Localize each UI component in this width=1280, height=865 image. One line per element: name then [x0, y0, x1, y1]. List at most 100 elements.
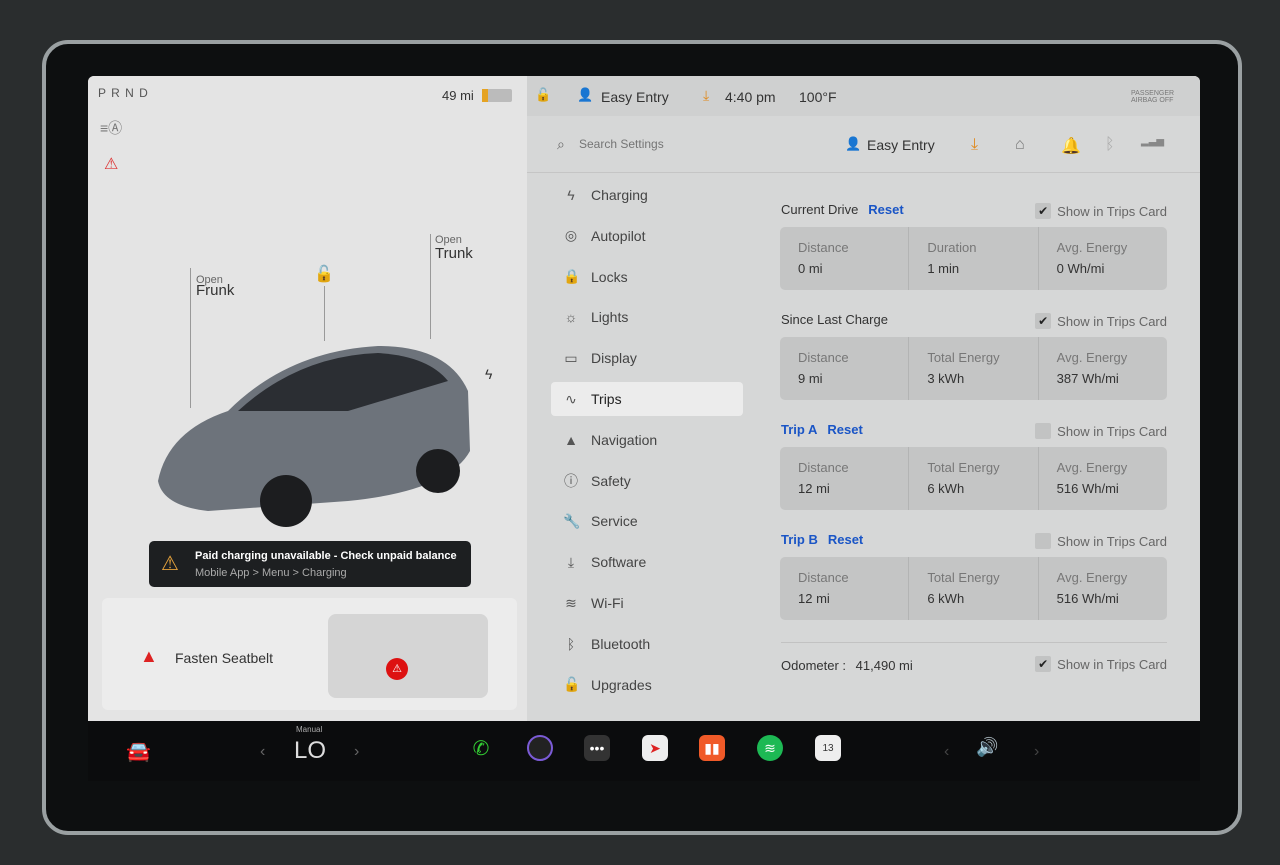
car-icon[interactable]: 🚘 — [126, 739, 151, 764]
phone-icon[interactable]: ✆ — [468, 735, 494, 761]
checkbox-icon — [1035, 533, 1052, 549]
menu-item-label: Navigation — [591, 431, 658, 448]
touchscreen: P R N D ≡Ⓐ ⚠ 49 mi Open Frunk Open Trunk… — [88, 76, 1200, 721]
stat-value: 0 mi — [798, 261, 823, 276]
temp-up-button[interactable]: › — [354, 743, 359, 761]
navigation-app-icon[interactable]: ➤ — [642, 735, 668, 761]
show-in-trips-card-checkbox[interactable]: ✔ Show in Trips Card — [1035, 313, 1167, 329]
sun-icon: ☼ — [564, 309, 578, 326]
divider — [781, 642, 1167, 643]
reset-button[interactable]: Reset — [828, 532, 863, 547]
search-input[interactable] — [579, 134, 799, 154]
menu-item-software[interactable]: ⤓ Software — [551, 545, 743, 579]
stat-cell: Distance 12 mi — [780, 447, 910, 510]
section-name: Trip A — [781, 422, 818, 437]
temp-down-button[interactable]: ‹ — [260, 743, 265, 761]
profile-icon: 👤 — [577, 87, 594, 102]
display-icon: ▭ — [564, 349, 578, 366]
charge-port-icon[interactable]: ϟ — [485, 366, 492, 382]
stat-cell: Distance 12 mi — [780, 557, 910, 620]
stat-label: Total Energy — [927, 460, 1000, 475]
stat-value: 0 Wh/mi — [1056, 261, 1105, 276]
stat-label: Distance — [798, 570, 849, 585]
show-in-trips-card-checkbox[interactable]: Show in Trips Card — [1035, 423, 1167, 439]
section-name: Trip B — [781, 532, 818, 547]
stat-value: 1 min — [927, 261, 960, 276]
status-bar: 🔓 👤 Easy Entry ⤓ 4:40 pm 100°F PASSENGER… — [527, 76, 1200, 116]
alert-title: Paid charging unavailable - Check unpaid… — [195, 550, 457, 562]
unlock-icon[interactable]: 🔓 — [314, 264, 334, 284]
show-in-trips-card-checkbox[interactable]: Show in Trips Card — [1035, 533, 1167, 549]
stat-label: Distance — [798, 350, 849, 365]
range: 49 mi — [442, 88, 474, 103]
menu-item-service[interactable]: 🔧 Service — [551, 504, 743, 538]
search-icon: ⌕ — [557, 136, 565, 152]
reset-button[interactable]: Reset — [868, 202, 903, 217]
spotify-icon[interactable]: ≋ — [757, 735, 783, 761]
cabin-temp[interactable]: LO — [294, 737, 326, 765]
download-icon[interactable]: ⤓ — [971, 136, 978, 154]
audio-app-icon[interactable]: ▮▮ — [699, 735, 725, 761]
menu-item-navigation[interactable]: ▲ Navigation — [551, 423, 743, 457]
show-in-trips-card-checkbox[interactable]: ✔ Show in Trips Card — [1035, 203, 1167, 219]
menu-item-label: Service — [591, 513, 638, 530]
volume-icon[interactable]: 🔊 — [976, 737, 998, 758]
update-icon[interactable]: ⤓ — [703, 87, 709, 104]
lock-status-icon[interactable]: 🔓 — [535, 87, 551, 103]
more-apps-icon[interactable]: ••• — [584, 735, 610, 761]
stat-value: 12 mi — [798, 591, 830, 606]
checkbox-label: Show in Trips Card — [1057, 313, 1167, 329]
volume-down-button[interactable]: ‹ — [944, 743, 949, 761]
car-image — [158, 346, 470, 527]
menu-item-label: Trips — [591, 391, 622, 407]
menu-item-wi-fi[interactable]: ≋ Wi-Fi — [551, 586, 743, 620]
stat-label: Total Energy — [927, 350, 1000, 365]
stat-label: Duration — [927, 240, 977, 255]
open-trunk-button[interactable]: Trunk — [435, 245, 473, 262]
odometer-value: 41,490 mi — [855, 658, 913, 673]
menu-item-safety[interactable]: ⓘ Safety — [551, 464, 743, 498]
menu-item-upgrades[interactable]: 🔓 Upgrades — [551, 668, 743, 702]
menu-item-label: Charging — [591, 187, 648, 203]
frunk-label: Frunk — [196, 282, 235, 299]
reset-button[interactable]: Reset — [827, 422, 862, 437]
battery-icon — [482, 89, 512, 102]
section-title: Since Last Charge — [781, 312, 888, 327]
calendar-icon[interactable]: 13 — [815, 735, 841, 761]
charging-alert[interactable]: ⚠ Paid charging unavailable - Check unpa… — [149, 541, 471, 587]
menu-item-lights[interactable]: ☼ Lights — [551, 300, 743, 334]
camera-icon[interactable] — [527, 735, 553, 761]
volume-up-button[interactable]: › — [1034, 743, 1039, 761]
bell-icon[interactable]: 🔔 — [1061, 136, 1081, 156]
clock: 4:40 pm — [725, 89, 776, 105]
stat-value: 6 kWh — [927, 591, 965, 606]
open-frunk-button[interactable]: Frunk — [196, 282, 234, 299]
menu-item-display[interactable]: ▭ Display — [551, 341, 743, 375]
home-icon[interactable]: ⌂ — [1015, 136, 1025, 154]
stat-label: Avg. Energy — [1056, 570, 1128, 585]
menu-item-trips[interactable]: ∿ Trips — [551, 382, 743, 416]
status-profile[interactable]: Easy Entry — [601, 89, 669, 105]
climate-mode: Manual — [296, 725, 323, 734]
menu-item-autopilot[interactable]: ◎ Autopilot — [551, 219, 743, 253]
profile-button[interactable]: Easy Entry — [867, 137, 935, 153]
section-name: Current Drive — [781, 202, 859, 217]
car-panel: P R N D ≡Ⓐ ⚠ 49 mi Open Frunk Open Trunk… — [88, 76, 527, 721]
airbag-status: PASSENGER AIRBAG OFF — [1131, 90, 1175, 104]
bolt-icon: ϟ — [567, 187, 575, 203]
trip-stats-card: Distance 9 mi Total Energy 3 kWh Avg. Energy… — [780, 337, 1167, 400]
trunk-line — [430, 234, 431, 339]
checkbox-label: Show in Trips Card — [1057, 533, 1167, 549]
unbuckled-seat-icon: ⚠ — [386, 658, 408, 680]
bluetooth-icon[interactable]: ᛒ — [1105, 136, 1115, 154]
stat-label: Total Energy — [927, 570, 1000, 585]
menu-item-bluetooth[interactable]: ᛒ Bluetooth — [551, 627, 743, 661]
stat-label: Avg. Energy — [1056, 460, 1128, 475]
divider — [527, 172, 1200, 173]
stat-value: 516 Wh/mi — [1056, 481, 1119, 496]
menu-item-locks[interactable]: 🔒 Locks — [551, 260, 743, 294]
menu-item-charging[interactable]: ϟ Charging — [551, 178, 743, 212]
outside-temp: 100°F — [799, 89, 837, 105]
stat-cell: Distance 0 mi — [780, 227, 910, 290]
odometer-show-checkbox[interactable]: ✔ Show in Trips Card — [1035, 656, 1167, 672]
